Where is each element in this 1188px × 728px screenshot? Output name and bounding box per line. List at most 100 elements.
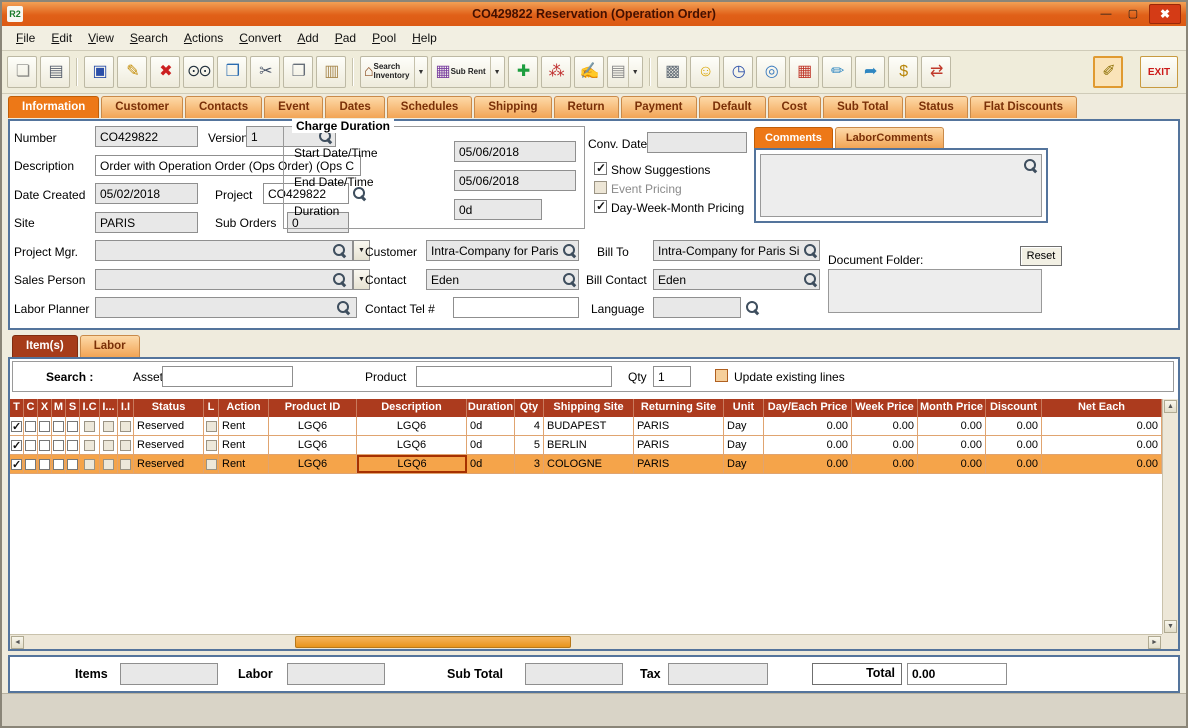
show-suggestions-checkbox[interactable] (594, 162, 607, 175)
tab-customer[interactable]: Customer (101, 96, 183, 118)
row-checkbox-ii[interactable] (120, 459, 131, 470)
row-checkbox-x[interactable] (39, 459, 50, 470)
row-checkbox-s[interactable] (67, 440, 78, 451)
bill-to-search-icon[interactable] (803, 243, 817, 257)
duration-field[interactable] (454, 199, 542, 220)
cell-week_price[interactable]: 0.00 (852, 436, 918, 454)
cell-month_price[interactable]: 0.00 (918, 455, 986, 473)
print-button[interactable]: ▤ (40, 56, 70, 88)
menu-item-add[interactable]: Add (289, 28, 326, 48)
column-header-ii[interactable]: I.I (118, 399, 134, 417)
cell-product_id[interactable]: LGQ6 (269, 417, 357, 435)
items-tab-item-s[interactable]: Item(s) (12, 335, 78, 357)
comments-search-icon[interactable] (1023, 158, 1037, 172)
customer-search-icon[interactable] (562, 243, 576, 257)
cell-ic[interactable] (80, 417, 100, 435)
time-clock-button[interactable]: ◷ (723, 56, 753, 88)
items-tab-labor[interactable]: Labor (80, 335, 140, 357)
cell-m[interactable] (52, 436, 66, 454)
column-header-ip[interactable]: I... (100, 399, 118, 417)
labor-total-field[interactable] (287, 663, 385, 685)
asset-input[interactable] (162, 366, 293, 387)
language-field[interactable] (653, 297, 741, 318)
cell-returning_site[interactable]: PARIS (634, 417, 724, 435)
update-existing-lines-checkbox[interactable] (715, 369, 728, 382)
exit-button[interactable]: EXIT (1140, 56, 1178, 88)
cut-button[interactable]: ✂ (250, 56, 280, 88)
date-created-field[interactable] (95, 183, 198, 204)
cell-shipping_site[interactable]: BUDAPEST (544, 417, 634, 435)
row-checkbox-x[interactable] (39, 421, 50, 432)
cell-l[interactable] (204, 436, 219, 454)
cell-ii[interactable] (118, 417, 134, 435)
row-checkbox-m[interactable] (53, 459, 64, 470)
minimize-button[interactable]: — (1095, 5, 1117, 23)
pad-button[interactable]: ▤▼ (607, 56, 643, 88)
cell-status[interactable]: Reserved (134, 417, 204, 435)
row-checkbox-ic[interactable] (84, 440, 95, 451)
comments-textarea[interactable] (760, 154, 1042, 217)
cell-unit[interactable]: Day (724, 455, 764, 473)
cell-shipping_site[interactable]: BERLIN (544, 436, 634, 454)
money-button[interactable]: $ (888, 56, 918, 88)
row-checkbox-c[interactable] (25, 440, 36, 451)
cell-ii[interactable] (118, 436, 134, 454)
column-header-description[interactable]: Description (357, 399, 467, 417)
event-pricing-checkbox[interactable] (594, 181, 607, 194)
cell-description[interactable]: LGQ6 (357, 455, 467, 473)
copy-button[interactable]: ❐ (283, 56, 313, 88)
cell-c[interactable] (24, 455, 38, 473)
menu-item-view[interactable]: View (80, 28, 122, 48)
items-total-field[interactable] (120, 663, 218, 685)
cell-action[interactable]: Rent (219, 436, 269, 454)
cell-shipping_site[interactable]: COLOGNE (544, 455, 634, 473)
cell-t[interactable] (10, 455, 24, 473)
row-checkbox-t[interactable] (11, 459, 22, 470)
end-date-field[interactable] (454, 170, 576, 191)
cell-month_price[interactable]: 0.00 (918, 436, 986, 454)
smiley-button[interactable]: ☺ (690, 56, 720, 88)
row-checkbox-ic[interactable] (84, 421, 95, 432)
cell-s[interactable] (66, 455, 80, 473)
cell-qty[interactable]: 4 (515, 417, 544, 435)
scroll-right-arrow[interactable]: ► (1148, 636, 1161, 649)
scroll-up-arrow[interactable]: ▲ (1164, 400, 1177, 413)
tab-event[interactable]: Event (264, 96, 323, 118)
cell-unit[interactable]: Day (724, 436, 764, 454)
column-header-discount[interactable]: Discount (986, 399, 1042, 417)
column-header-week_price[interactable]: Week Price (852, 399, 918, 417)
cell-c[interactable] (24, 436, 38, 454)
row-checkbox-ip[interactable] (103, 421, 114, 432)
product-input[interactable] (416, 366, 612, 387)
cell-returning_site[interactable]: PARIS (634, 455, 724, 473)
contact-tel-field[interactable] (453, 297, 579, 318)
add-line-button[interactable]: ✚ (508, 56, 538, 88)
cell-week_price[interactable]: 0.00 (852, 455, 918, 473)
convert-order-button[interactable]: ❒ (217, 56, 247, 88)
row-checkbox-x[interactable] (39, 440, 50, 451)
bill-to-field[interactable] (653, 240, 820, 261)
sales-person-search-icon[interactable] (332, 272, 346, 286)
tab-schedules[interactable]: Schedules (387, 96, 473, 118)
cell-net_each[interactable]: 0.00 (1042, 436, 1162, 454)
cell-qty[interactable]: 5 (515, 436, 544, 454)
sub-rent-button[interactable]: ▦Sub Rent▼ (431, 56, 504, 88)
column-header-unit[interactable]: Unit (724, 399, 764, 417)
cell-t[interactable] (10, 417, 24, 435)
cell-duration[interactable]: 0d (467, 417, 515, 435)
number-field[interactable] (95, 126, 198, 147)
site-field[interactable] (95, 212, 198, 233)
edit-pencil-button[interactable]: ✎ (117, 56, 147, 88)
cell-net_each[interactable]: 0.00 (1042, 455, 1162, 473)
row-checkbox-m[interactable] (53, 421, 64, 432)
cell-ip[interactable] (100, 436, 118, 454)
save-button[interactable]: ▣ (84, 56, 114, 88)
table-row[interactable]: ReservedRentLGQ6LGQ60d4BUDAPESTPARISDay0… (10, 417, 1162, 436)
row-checkbox-s[interactable] (67, 459, 78, 470)
cell-day_each_price[interactable]: 0.00 (764, 436, 852, 454)
column-header-t[interactable]: T (10, 399, 24, 417)
cubes-button[interactable]: ▦ (789, 56, 819, 88)
table-row[interactable]: ReservedRentLGQ6LGQ60d5BERLINPARISDay0.0… (10, 436, 1162, 455)
delete-button[interactable]: ✖ (150, 56, 180, 88)
column-header-m[interactable]: M (52, 399, 66, 417)
